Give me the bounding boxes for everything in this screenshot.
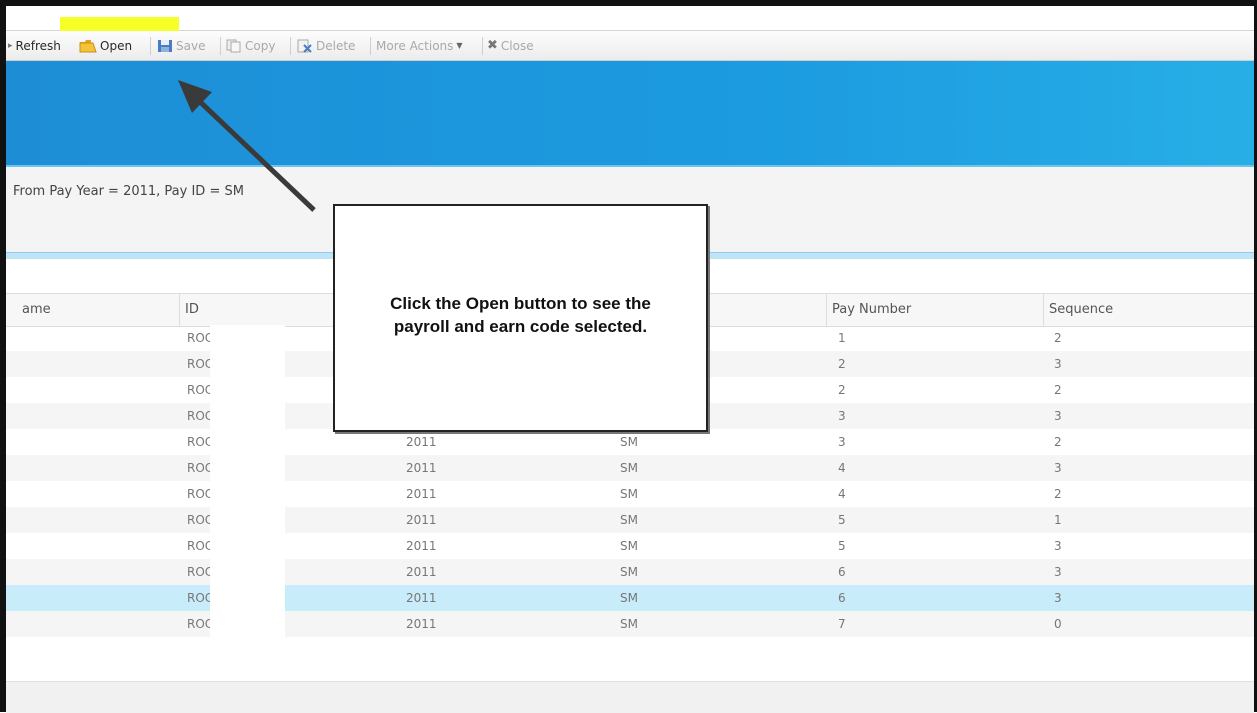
cell-pay-number: 3	[838, 409, 846, 423]
refresh-label: Refresh	[15, 38, 61, 53]
save-label: Save	[176, 38, 206, 53]
toolbar-separator	[370, 37, 371, 55]
cell-pay-number: 2	[838, 357, 846, 371]
cell-pay-id: SM	[620, 617, 638, 631]
cell-sequence: 1	[1054, 513, 1062, 527]
save-icon	[157, 39, 173, 53]
cell-sequence: 3	[1054, 539, 1062, 553]
table-row[interactable]: ROC 2011 SM 7 0	[6, 611, 1254, 637]
cell-pay-id: SM	[620, 539, 638, 553]
cell-pay-year: 2011	[406, 565, 437, 579]
header-banner	[6, 61, 1254, 165]
cell-sequence: 2	[1054, 331, 1062, 345]
grid-footer	[6, 681, 1254, 713]
cell-pay-number: 5	[838, 539, 846, 553]
cell-sequence: 3	[1054, 591, 1062, 605]
cell-pay-id: SM	[620, 461, 638, 475]
toolbar-separator	[482, 37, 483, 55]
close-label: Close	[500, 38, 534, 53]
table-row[interactable]: ROC 2011 SM 5 1	[6, 507, 1254, 533]
copy-icon	[226, 39, 242, 53]
toolbar-separator	[220, 37, 221, 55]
cell-pay-number: 5	[838, 513, 846, 527]
table-row[interactable]: ROC 2011 SM 4 2	[6, 481, 1254, 507]
cell-pay-number: 3	[838, 435, 846, 449]
cell-sequence: 3	[1054, 357, 1062, 371]
cell-pay-id: SM	[620, 565, 638, 579]
cell-sequence: 0	[1054, 617, 1062, 631]
delete-label: Delete	[316, 38, 356, 53]
cell-pay-number: 1	[838, 331, 846, 345]
callout-line-2: payroll and earn code selected.	[393, 317, 648, 336]
window-top-bar	[6, 6, 1254, 31]
cell-sequence: 3	[1054, 409, 1062, 423]
cell-sequence: 2	[1054, 383, 1062, 397]
cell-sequence: 3	[1054, 565, 1062, 579]
cell-pay-year: 2011	[406, 513, 437, 527]
cell-sequence: 2	[1054, 487, 1062, 501]
cell-pay-year: 2011	[406, 539, 437, 553]
cell-pay-year: 2011	[406, 461, 437, 475]
copy-label: Copy	[245, 38, 276, 53]
more-actions-dropdown[interactable]: More Actions ▼	[376, 31, 463, 60]
column-header-name[interactable]: ame	[6, 294, 192, 326]
more-actions-label: More Actions	[376, 38, 454, 53]
redacted-column	[210, 325, 285, 681]
chevron-down-icon: ▼	[456, 41, 463, 50]
cell-pay-id: SM	[620, 435, 638, 449]
column-header-pay-number[interactable]: Pay Number	[826, 294, 1044, 326]
toolbar-separator	[290, 37, 291, 55]
copy-button[interactable]: Copy	[226, 31, 275, 60]
cell-sequence: 3	[1054, 461, 1062, 475]
table-row[interactable]: ROC 2011 SM 4 3	[6, 455, 1254, 481]
close-icon: ✖	[487, 38, 498, 53]
table-row[interactable]: ROC 2011 SM 6 3	[6, 559, 1254, 585]
delete-icon	[297, 39, 313, 53]
folder-open-icon	[79, 39, 97, 53]
refresh-icon: ▸	[8, 40, 13, 51]
cell-pay-year: 2011	[406, 617, 437, 631]
save-button[interactable]: Save	[157, 31, 205, 60]
instruction-callout: Click the Open button to see the payroll…	[333, 204, 708, 432]
cell-pay-id: SM	[620, 513, 638, 527]
cell-pay-number: 4	[838, 487, 846, 501]
toolbar-separator	[150, 37, 151, 55]
cell-pay-year: 2011	[406, 435, 437, 449]
cell-pay-number: 6	[838, 591, 846, 605]
cell-pay-year: 2011	[406, 591, 437, 605]
table-row[interactable]: ROC 2011 SM 6 3	[6, 585, 1254, 611]
cell-sequence: 2	[1054, 435, 1062, 449]
column-header-sequence[interactable]: Sequence	[1043, 294, 1254, 326]
table-row[interactable]: ROC 2011 SM 3 2	[6, 429, 1254, 455]
cell-pay-id: SM	[620, 591, 638, 605]
cell-pay-number: 4	[838, 461, 846, 475]
open-label: Open	[100, 38, 133, 53]
filter-criteria-text: From Pay Year = 2011, Pay ID = SM	[13, 184, 244, 199]
cell-pay-number: 2	[838, 383, 846, 397]
refresh-button[interactable]: ▸ Refresh	[8, 31, 61, 60]
delete-button[interactable]: Delete	[297, 31, 355, 60]
table-row[interactable]: ROC 2011 SM 5 3	[6, 533, 1254, 559]
column-header-id[interactable]: ID	[179, 294, 315, 326]
cell-pay-number: 7	[838, 617, 846, 631]
cell-pay-id: SM	[620, 487, 638, 501]
open-button[interactable]: Open	[79, 31, 132, 60]
callout-line-1: Click the Open button to see the	[390, 294, 651, 313]
toolbar: ▸ Refresh Open Save Copy Delete More Act…	[6, 31, 1254, 61]
cell-pay-year: 2011	[406, 487, 437, 501]
close-button[interactable]: ✖ Close	[487, 31, 534, 60]
cell-pay-number: 6	[838, 565, 846, 579]
